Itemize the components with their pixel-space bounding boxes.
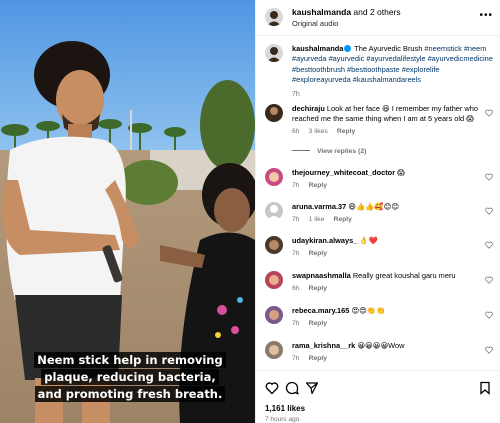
- avatar[interactable]: [265, 104, 283, 122]
- reply-button[interactable]: Reply: [333, 216, 352, 223]
- comment-item: rebeca.mary.165 😍😍👏👏 7h Reply: [265, 306, 497, 327]
- avatar[interactable]: [265, 8, 283, 26]
- caption-text: kaushalmanda The Ayurvedic Brush #neemst…: [292, 44, 493, 84]
- comment-username[interactable]: swapnaashmalla: [292, 271, 351, 280]
- post-caption: kaushalmanda The Ayurvedic Brush #neemst…: [265, 44, 497, 98]
- heart-icon[interactable]: [485, 311, 493, 319]
- comment-time: 6h: [292, 128, 300, 135]
- comment-likes[interactable]: 3 likes: [309, 128, 328, 135]
- comment-item: dechiraju Look at her face 😆 I remember …: [265, 104, 497, 135]
- heart-icon[interactable]: [485, 109, 493, 117]
- video-caption: Neem stick help in removing plaque, redu…: [30, 352, 230, 403]
- comment-username[interactable]: dechiraju: [292, 104, 325, 113]
- reply-button[interactable]: Reply: [309, 250, 328, 257]
- comment-item: swapnaashmalla Really great koushal garu…: [265, 271, 497, 292]
- verified-badge-icon: [344, 45, 352, 52]
- reel-video[interactable]: Neem stick help in removing plaque, redu…: [0, 0, 255, 423]
- heart-icon[interactable]: [485, 346, 493, 354]
- comment-text: Really great koushal garu meru: [352, 271, 456, 280]
- comment-time: 7h: [292, 355, 300, 362]
- heart-icon[interactable]: [485, 241, 493, 249]
- comment-username[interactable]: rebeca.mary.165: [292, 306, 349, 315]
- reply-button[interactable]: Reply: [309, 355, 328, 362]
- comment-item: rama_krishna__rk 😀😀😀😀Wow 7h Reply: [265, 341, 497, 362]
- comment-text: 😍😍👏👏: [351, 306, 386, 315]
- avatar[interactable]: [265, 306, 283, 324]
- comment-username[interactable]: rama_krishna__rk: [292, 341, 355, 350]
- post-panel: kaushalmanda and 2 others Original audio…: [255, 0, 500, 423]
- comment-time: 7h: [292, 250, 300, 257]
- action-bar: 1,161 likes 7 hours ago: [256, 370, 500, 423]
- comment-username[interactable]: aruna.varma.37: [292, 202, 346, 211]
- comment-text: 😀😀😀😀Wow: [357, 341, 405, 350]
- comment-icon[interactable]: [285, 381, 299, 395]
- send-icon[interactable]: [305, 381, 319, 395]
- avatar[interactable]: [265, 341, 283, 359]
- bush: [200, 80, 255, 170]
- avatar[interactable]: [265, 236, 283, 254]
- heart-icon[interactable]: [485, 276, 493, 284]
- comment-item: thejourney_whitecoat_doctor 😱 7h Reply: [265, 168, 497, 189]
- caption-username[interactable]: kaushalmanda: [292, 44, 343, 53]
- post-timestamp: 7 hours ago: [265, 416, 300, 423]
- reply-button[interactable]: Reply: [309, 182, 328, 189]
- comment-text: 👌❤️: [359, 236, 378, 245]
- comment-username[interactable]: udaykiran.always_: [292, 236, 357, 245]
- view-replies-button[interactable]: View replies (2): [292, 148, 366, 155]
- comment-item: aruna.varma.37 😄👍👍🥰😊😊 7h 1 like Reply: [265, 202, 497, 223]
- bookmark-icon[interactable]: [478, 381, 492, 395]
- comment-text: 😱: [397, 168, 405, 177]
- reply-button[interactable]: Reply: [337, 128, 356, 135]
- post-header: kaushalmanda and 2 others Original audio…: [256, 0, 500, 36]
- more-dots-icon[interactable]: •••: [479, 10, 493, 21]
- divider: [292, 150, 310, 151]
- avatar[interactable]: [265, 168, 283, 186]
- reply-button[interactable]: Reply: [309, 320, 328, 327]
- comment-time: 7h: [292, 182, 300, 189]
- comment-time: 7h: [292, 320, 300, 327]
- comment-likes[interactable]: 1 like: [309, 216, 325, 223]
- header-username[interactable]: kaushalmanda and 2 others: [292, 7, 401, 17]
- comment-item: udaykiran.always_ 👌❤️ 7h Reply: [265, 236, 497, 257]
- audio-label[interactable]: Original audio: [292, 19, 338, 28]
- comment-text: 😄👍👍🥰😊😊: [348, 202, 400, 211]
- comment-time: 6h: [292, 285, 300, 292]
- avatar[interactable]: [265, 202, 283, 220]
- heart-icon[interactable]: [485, 173, 493, 181]
- like-count[interactable]: 1,161 likes: [265, 404, 305, 413]
- caption-time: 7h: [292, 91, 300, 99]
- reply-button[interactable]: Reply: [309, 285, 328, 292]
- heart-icon[interactable]: [265, 381, 279, 395]
- heart-icon[interactable]: [485, 207, 493, 215]
- avatar[interactable]: [265, 44, 283, 62]
- comment-username[interactable]: thejourney_whitecoat_doctor: [292, 168, 395, 177]
- comment-time: 7h: [292, 216, 300, 223]
- avatar[interactable]: [265, 271, 283, 289]
